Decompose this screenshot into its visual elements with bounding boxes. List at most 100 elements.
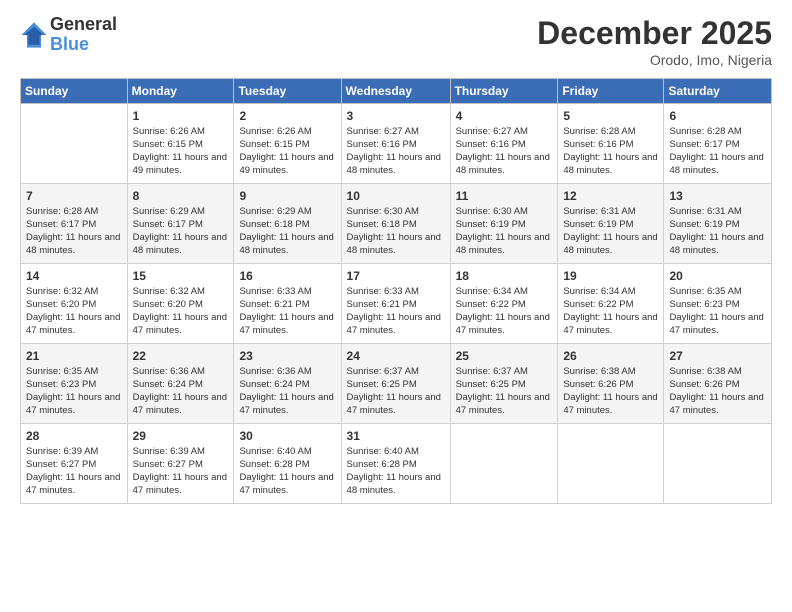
- cell-daylight: Daylight: 11 hours and 47 minutes.: [239, 312, 335, 338]
- cell-day-number: 13: [669, 188, 766, 204]
- cell-w5-d1: 28Sunrise: 6:39 AMSunset: 6:27 PMDayligh…: [21, 424, 128, 504]
- cell-daylight: Daylight: 11 hours and 47 minutes.: [456, 392, 553, 418]
- cell-sunset: Sunset: 6:17 PM: [133, 219, 229, 232]
- cell-sunset: Sunset: 6:15 PM: [133, 139, 229, 152]
- cell-sunset: Sunset: 6:23 PM: [26, 379, 122, 392]
- cell-w2-d5: 11Sunrise: 6:30 AMSunset: 6:19 PMDayligh…: [450, 184, 558, 264]
- cell-daylight: Daylight: 11 hours and 47 minutes.: [563, 392, 658, 418]
- cell-sunset: Sunset: 6:24 PM: [239, 379, 335, 392]
- cell-sunrise: Sunrise: 6:35 AM: [669, 286, 766, 299]
- cell-sunrise: Sunrise: 6:34 AM: [456, 286, 553, 299]
- cell-w1-d6: 5Sunrise: 6:28 AMSunset: 6:16 PMDaylight…: [558, 104, 664, 184]
- cell-daylight: Daylight: 11 hours and 49 minutes.: [239, 152, 335, 178]
- cell-sunrise: Sunrise: 6:30 AM: [347, 206, 445, 219]
- cell-sunrise: Sunrise: 6:26 AM: [239, 126, 335, 139]
- cell-day-number: 8: [133, 188, 229, 204]
- cell-w3-d1: 14Sunrise: 6:32 AMSunset: 6:20 PMDayligh…: [21, 264, 128, 344]
- cell-w5-d7: [664, 424, 772, 504]
- cell-day-number: 30: [239, 428, 335, 444]
- cell-daylight: Daylight: 11 hours and 49 minutes.: [133, 152, 229, 178]
- cell-w4-d6: 26Sunrise: 6:38 AMSunset: 6:26 PMDayligh…: [558, 344, 664, 424]
- cell-daylight: Daylight: 11 hours and 47 minutes.: [133, 312, 229, 338]
- cell-sunrise: Sunrise: 6:32 AM: [133, 286, 229, 299]
- cell-day-number: 4: [456, 108, 553, 124]
- cell-w3-d3: 16Sunrise: 6:33 AMSunset: 6:21 PMDayligh…: [234, 264, 341, 344]
- week-row-1: 1Sunrise: 6:26 AMSunset: 6:15 PMDaylight…: [21, 104, 772, 184]
- cell-day-number: 11: [456, 188, 553, 204]
- header-tuesday: Tuesday: [234, 79, 341, 104]
- cell-w4-d1: 21Sunrise: 6:35 AMSunset: 6:23 PMDayligh…: [21, 344, 128, 424]
- cell-sunset: Sunset: 6:19 PM: [456, 219, 553, 232]
- cell-sunset: Sunset: 6:28 PM: [347, 459, 445, 472]
- cell-daylight: Daylight: 11 hours and 48 minutes.: [347, 152, 445, 178]
- cell-w5-d3: 30Sunrise: 6:40 AMSunset: 6:28 PMDayligh…: [234, 424, 341, 504]
- cell-daylight: Daylight: 11 hours and 48 minutes.: [456, 152, 553, 178]
- cell-sunrise: Sunrise: 6:37 AM: [456, 366, 553, 379]
- cell-sunset: Sunset: 6:17 PM: [669, 139, 766, 152]
- cell-sunrise: Sunrise: 6:38 AM: [669, 366, 766, 379]
- cell-sunrise: Sunrise: 6:40 AM: [239, 446, 335, 459]
- cell-sunrise: Sunrise: 6:35 AM: [26, 366, 122, 379]
- cell-day-number: 10: [347, 188, 445, 204]
- cell-daylight: Daylight: 11 hours and 47 minutes.: [26, 312, 122, 338]
- cell-w3-d7: 20Sunrise: 6:35 AMSunset: 6:23 PMDayligh…: [664, 264, 772, 344]
- cell-day-number: 14: [26, 268, 122, 284]
- cell-w5-d6: [558, 424, 664, 504]
- cell-w2-d7: 13Sunrise: 6:31 AMSunset: 6:19 PMDayligh…: [664, 184, 772, 264]
- cell-w2-d4: 10Sunrise: 6:30 AMSunset: 6:18 PMDayligh…: [341, 184, 450, 264]
- cell-sunrise: Sunrise: 6:26 AM: [133, 126, 229, 139]
- cell-daylight: Daylight: 11 hours and 48 minutes.: [133, 232, 229, 258]
- cell-sunrise: Sunrise: 6:33 AM: [347, 286, 445, 299]
- cell-day-number: 28: [26, 428, 122, 444]
- cell-w4-d4: 24Sunrise: 6:37 AMSunset: 6:25 PMDayligh…: [341, 344, 450, 424]
- cell-sunset: Sunset: 6:20 PM: [133, 299, 229, 312]
- header-thursday: Thursday: [450, 79, 558, 104]
- cell-w1-d2: 1 Sunrise: 6:26 AMSunset: 6:15 PMDaylight…: [127, 104, 234, 184]
- cell-w2-d1: 7Sunrise: 6:28 AMSunset: 6:17 PMDaylight…: [21, 184, 128, 264]
- cell-sunset: Sunset: 6:26 PM: [669, 379, 766, 392]
- cell-sunrise: Sunrise: 6:30 AM: [456, 206, 553, 219]
- cell-w4-d5: 25Sunrise: 6:37 AMSunset: 6:25 PMDayligh…: [450, 344, 558, 424]
- calendar-header: Sunday Monday Tuesday Wednesday Thursday…: [21, 79, 772, 104]
- cell-day-number: 16: [239, 268, 335, 284]
- cell-w4-d2: 22Sunrise: 6:36 AMSunset: 6:24 PMDayligh…: [127, 344, 234, 424]
- cell-sunrise: Sunrise: 6:28 AM: [669, 126, 766, 139]
- cell-sunrise: Sunrise: 6:36 AM: [239, 366, 335, 379]
- cell-daylight: Daylight: 11 hours and 48 minutes.: [563, 152, 658, 178]
- cell-sunset: Sunset: 6:18 PM: [239, 219, 335, 232]
- cell-daylight: Daylight: 11 hours and 48 minutes.: [26, 232, 122, 258]
- cell-day-number: 23: [239, 348, 335, 364]
- week-row-3: 14Sunrise: 6:32 AMSunset: 6:20 PMDayligh…: [21, 264, 772, 344]
- cell-sunset: Sunset: 6:25 PM: [456, 379, 553, 392]
- cell-daylight: Daylight: 11 hours and 48 minutes.: [563, 232, 658, 258]
- logo-icon: [20, 21, 48, 49]
- calendar-table: Sunday Monday Tuesday Wednesday Thursday…: [20, 78, 772, 504]
- cell-w2-d3: 9Sunrise: 6:29 AMSunset: 6:18 PMDaylight…: [234, 184, 341, 264]
- cell-day-number: 18: [456, 268, 553, 284]
- cell-sunset: Sunset: 6:21 PM: [347, 299, 445, 312]
- cell-day-number: 1: [133, 108, 229, 124]
- cell-sunset: Sunset: 6:27 PM: [133, 459, 229, 472]
- cell-daylight: Daylight: 11 hours and 47 minutes.: [669, 392, 766, 418]
- cell-daylight: Daylight: 11 hours and 47 minutes.: [133, 392, 229, 418]
- cell-daylight: Daylight: 11 hours and 47 minutes.: [26, 472, 122, 498]
- header-row: General Blue December 2025 Orodo, Imo, N…: [20, 15, 772, 68]
- cell-sunset: Sunset: 6:15 PM: [239, 139, 335, 152]
- cell-sunrise: Sunrise: 6:31 AM: [563, 206, 658, 219]
- cell-sunset: Sunset: 6:19 PM: [563, 219, 658, 232]
- cell-sunrise: Sunrise: 6:36 AM: [133, 366, 229, 379]
- cell-sunset: Sunset: 6:22 PM: [563, 299, 658, 312]
- cell-daylight: Daylight: 11 hours and 48 minutes.: [239, 232, 335, 258]
- cell-w3-d2: 15Sunrise: 6:32 AMSunset: 6:20 PMDayligh…: [127, 264, 234, 344]
- cell-sunset: Sunset: 6:16 PM: [563, 139, 658, 152]
- cell-sunrise: Sunrise: 6:34 AM: [563, 286, 658, 299]
- cell-sunrise: Sunrise: 6:29 AM: [239, 206, 335, 219]
- cell-w1-d5: 4Sunrise: 6:27 AMSunset: 6:16 PMDaylight…: [450, 104, 558, 184]
- cell-sunset: Sunset: 6:28 PM: [239, 459, 335, 472]
- cell-sunset: Sunset: 6:20 PM: [26, 299, 122, 312]
- cell-w1-d3: 2Sunrise: 6:26 AMSunset: 6:15 PMDaylight…: [234, 104, 341, 184]
- week-row-4: 21Sunrise: 6:35 AMSunset: 6:23 PMDayligh…: [21, 344, 772, 424]
- cell-sunrise: Sunrise: 6:40 AM: [347, 446, 445, 459]
- cell-daylight: Daylight: 11 hours and 48 minutes.: [347, 232, 445, 258]
- cell-w4-d7: 27Sunrise: 6:38 AMSunset: 6:26 PMDayligh…: [664, 344, 772, 424]
